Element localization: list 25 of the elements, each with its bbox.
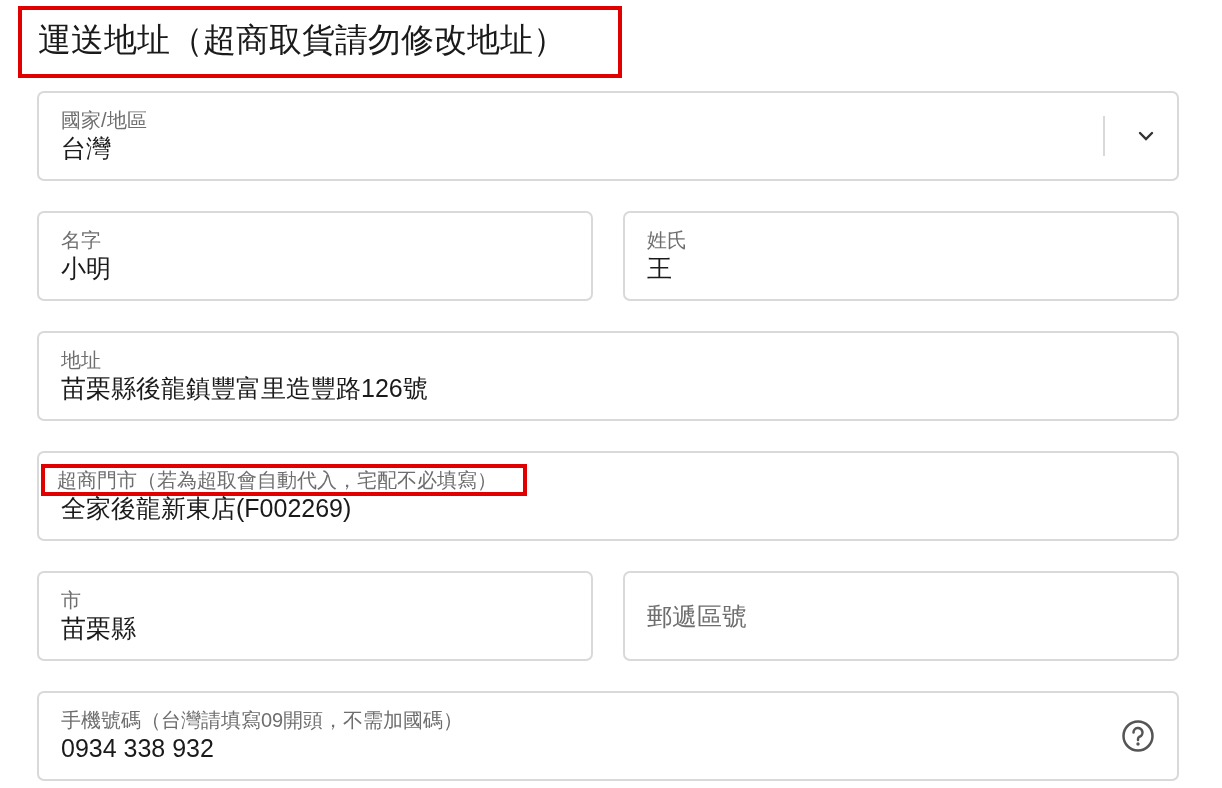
field-label: 地址 — [61, 348, 101, 372]
select-field[interactable]: 國家/地區 台灣 — [37, 91, 1179, 181]
field-value: 0934 338 932 — [61, 733, 214, 764]
section-title: 運送地址（超商取貨請勿修改地址） — [18, 6, 622, 78]
field-label: 名字 — [61, 228, 101, 252]
input-field[interactable]: 名字 小明 — [37, 211, 593, 301]
field-value: 苗栗縣後龍鎮豐富里造豐路126號 — [61, 373, 428, 404]
field-value: 苗栗縣 — [61, 613, 136, 644]
input-field[interactable]: 地址 苗栗縣後龍鎮豐富里造豐路126號 — [37, 331, 1179, 421]
field-value: 小明 — [61, 253, 111, 284]
input-field[interactable]: 姓氏 王 — [623, 211, 1179, 301]
help-icon[interactable] — [1121, 719, 1155, 753]
field-label: 國家/地區 — [61, 108, 147, 132]
field-label: 市 — [61, 588, 81, 612]
field-value: 台灣 — [61, 133, 111, 164]
input-field[interactable]: 郵遞區號 — [623, 571, 1179, 661]
field-label: 超商門市（若為超取會自動代入，宅配不必填寫） — [41, 464, 527, 496]
chevron-down-icon — [1137, 130, 1155, 142]
field-value: 全家後龍新東店(F002269) — [61, 493, 352, 524]
input-field[interactable]: 市 苗栗縣 — [37, 571, 593, 661]
field-label: 手機號碼（台灣請填寫09開頭，不需加國碼） — [61, 708, 464, 732]
input-field[interactable]: 手機號碼（台灣請填寫09開頭，不需加國碼） 0934 338 932 — [37, 691, 1179, 781]
field-label: 姓氏 — [647, 228, 687, 252]
field-value: 王 — [647, 253, 672, 284]
input-field[interactable]: 超商門市（若為超取會自動代入，宅配不必填寫） 全家後龍新東店(F002269) — [37, 451, 1179, 541]
